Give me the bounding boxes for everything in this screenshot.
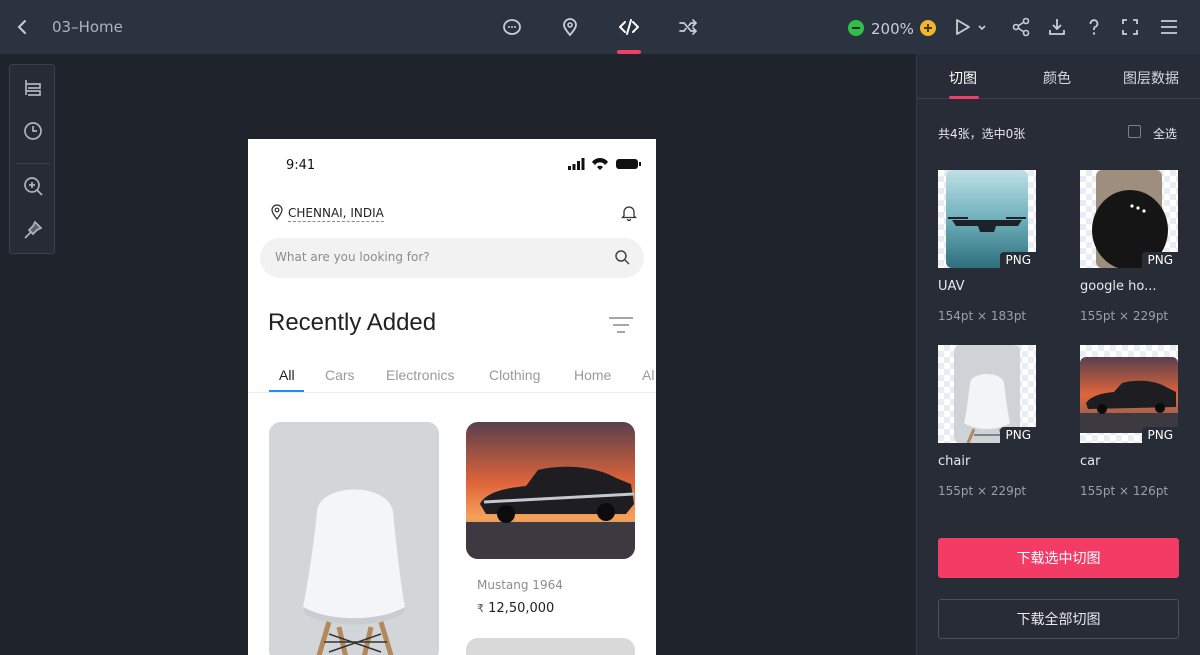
asset-size: 155pt × 126pt	[1080, 484, 1169, 498]
download-selected-button[interactable]: 下载选中切图	[938, 538, 1179, 578]
layers-icon[interactable]	[22, 77, 44, 99]
tab-colors[interactable]: 颜色	[1043, 68, 1071, 88]
selection-count: 共4张，选中0张	[938, 127, 1026, 141]
asset-thumbnail-chair[interactable]: PNG	[938, 345, 1036, 443]
select-all-label[interactable]: 全选	[1153, 125, 1177, 142]
pin-icon[interactable]	[22, 219, 44, 241]
page-title: 03–Home	[52, 18, 123, 36]
shuffle-icon[interactable]	[676, 15, 700, 39]
tool-divider	[16, 163, 50, 164]
bell-icon[interactable]	[621, 204, 637, 221]
menu-icon[interactable]	[1157, 15, 1181, 39]
tool-strip	[9, 64, 55, 254]
select-all-checkbox[interactable]	[1128, 125, 1141, 138]
chair-card[interactable]	[269, 422, 439, 655]
format-badge: PNG	[1142, 252, 1178, 268]
format-badge: PNG	[1000, 427, 1036, 443]
active-tab-indicator	[617, 50, 641, 54]
search-input[interactable]: What are you looking for?	[275, 250, 430, 264]
tab-electronics[interactable]: Electronics	[386, 367, 454, 383]
zoom-level: 200%	[871, 20, 914, 38]
tab-active-underline	[269, 390, 304, 392]
asset-size: 155pt × 229pt	[938, 484, 1027, 498]
tab-home[interactable]: Home	[574, 367, 611, 383]
filter-icon[interactable]	[608, 315, 634, 335]
section-title: Recently Added	[268, 309, 437, 336]
location-pin-icon[interactable]	[558, 15, 582, 39]
car-card[interactable]	[466, 422, 635, 559]
chair-image	[269, 422, 439, 655]
status-time: 9:41	[286, 158, 316, 173]
back-arrow-icon[interactable]	[14, 17, 32, 37]
car-image	[466, 422, 635, 559]
tab-slices[interactable]: 切图	[949, 68, 977, 88]
download-icon[interactable]	[1045, 15, 1069, 39]
zoom-out-button[interactable]	[848, 20, 864, 36]
asset-size: 154pt × 183pt	[938, 309, 1027, 323]
tab-cars[interactable]: Cars	[325, 367, 355, 383]
search-icon[interactable]	[614, 249, 631, 266]
asset-name: UAV	[938, 279, 965, 294]
download-all-button[interactable]: 下载全部切图	[938, 599, 1179, 639]
asset-name: car	[1080, 454, 1101, 469]
next-product-card[interactable]	[466, 638, 635, 655]
format-badge: PNG	[1142, 427, 1178, 443]
asset-thumbnail-google-home[interactable]: PNG	[1080, 170, 1178, 268]
assets-panel: 切图 颜色 图层数据 共4张，选中0张 全选 PNG UAV 154pt × 1…	[916, 54, 1200, 655]
zoom-icon[interactable]	[22, 175, 44, 197]
fullscreen-icon[interactable]	[1118, 15, 1142, 39]
currency-symbol: ₹	[477, 602, 484, 615]
play-icon[interactable]	[953, 15, 989, 39]
help-icon[interactable]	[1082, 15, 1106, 39]
asset-thumbnail-uav[interactable]: PNG	[938, 170, 1036, 268]
zoom-in-button[interactable]	[920, 20, 936, 36]
phone-artboard: 9:41 CHENNAI, INDIA What are you looking…	[248, 139, 656, 655]
history-icon[interactable]	[22, 120, 44, 142]
tab-clothing[interactable]: Clothing	[489, 367, 540, 383]
asset-name: chair	[938, 454, 971, 469]
location-label[interactable]: CHENNAI, INDIA	[288, 206, 384, 222]
status-bar-icons	[568, 158, 641, 170]
format-badge: PNG	[1000, 252, 1036, 268]
asset-thumbnail-car[interactable]: PNG	[1080, 345, 1178, 443]
tab-layer-data[interactable]: 图层数据	[1123, 68, 1179, 88]
share-icon[interactable]	[1009, 15, 1033, 39]
code-icon[interactable]	[617, 15, 641, 39]
search-bar[interactable]: What are you looking for?	[260, 238, 644, 278]
comment-icon[interactable]	[500, 15, 524, 39]
category-tabs: All Cars Electronics Clothing Home Al	[248, 363, 656, 393]
asset-size: 155pt × 229pt	[1080, 309, 1169, 323]
tab-more[interactable]: Al	[642, 367, 654, 383]
tab-all[interactable]: All	[279, 367, 295, 383]
price-value: 12,50,000	[488, 601, 555, 616]
car-name: Mustang 1964	[477, 578, 563, 592]
asset-name: google ho...	[1080, 279, 1157, 294]
panel-tab-underline	[949, 96, 979, 99]
panel-tabs: 切图 颜色 图层数据	[917, 54, 1200, 99]
car-price: ₹ 12,50,000	[477, 601, 554, 616]
location-pin-icon	[271, 204, 283, 220]
top-bar: 03–Home 200%	[0, 0, 1200, 54]
